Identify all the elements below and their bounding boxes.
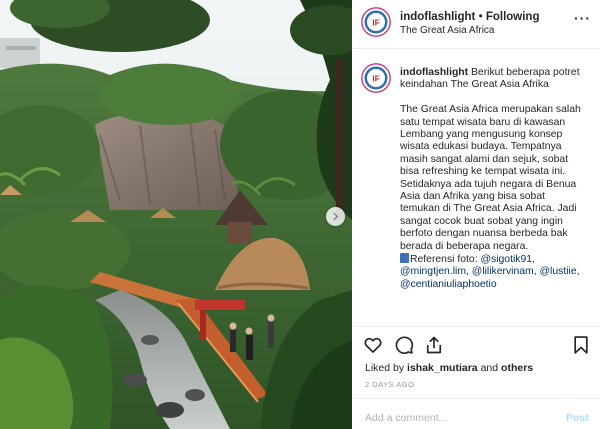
mention-link[interactable]: @sigotik91, [480,254,534,265]
caption-username[interactable]: indoflashlight [400,67,468,78]
header-divider [352,48,600,49]
profile-avatar-icon: IF [361,63,391,93]
mention-link[interactable]: @mingtjen.lim, [400,266,469,277]
caption-avatar[interactable]: IF [361,63,391,93]
actions-divider [352,326,600,327]
post-details-panel: IF indoflashlight • Following The Great … [352,0,600,429]
location-link[interactable]: The Great Asia Africa [400,25,495,36]
avatar[interactable]: IF [361,7,391,37]
likes-others-link[interactable]: others [501,362,533,374]
profile-avatar-icon: IF [361,7,391,37]
landscape-photo [0,0,352,429]
post-photo[interactable] [0,0,352,429]
action-bar [363,335,591,357]
svg-text:IF: IF [372,74,380,84]
following-button[interactable]: Following [486,11,540,23]
post-header-user: indoflashlight • Following [400,11,539,23]
share-button[interactable] [424,335,446,357]
mention-link[interactable]: @lilikervinam, [472,266,537,277]
likes-summary: Liked by ishak_mutiara and others [365,362,533,374]
caption-body: The Great Asia Africa merupakan salah sa… [400,104,581,252]
likes-and: and [480,362,499,374]
svg-text:IF: IF [372,18,380,28]
next-photo-button[interactable] [326,207,345,226]
caption-text: indoflashlight Berikut beberapa potret k… [400,67,586,291]
post-comment-button[interactable]: Post [566,412,589,424]
comment-divider [352,398,600,399]
liker-username-link[interactable]: ishak_mutiara [407,362,478,374]
info-square-icon [400,253,409,264]
comment-input[interactable]: Add a comment... [365,412,447,424]
username-link[interactable]: indoflashlight [400,11,475,23]
save-button[interactable] [571,335,593,357]
mention-link[interactable]: @centianiuliaphoetio [400,279,497,290]
share-icon [426,336,442,354]
more-options-button[interactable]: ··· [574,11,591,25]
referensi-label: Referensi foto: [410,254,478,266]
post-timestamp[interactable]: 2 DAYS AGO [365,380,414,389]
heart-icon [364,337,382,353]
comment-icon [395,336,414,354]
bookmark-icon [574,336,588,354]
mention-link[interactable]: @lustiie, [539,266,579,277]
like-button[interactable] [363,335,385,357]
chevron-right-icon [333,212,339,221]
comment-button[interactable] [394,335,416,357]
likes-prefix: Liked by [365,362,405,374]
caption-scroll-area[interactable]: indoflashlight Berikut beberapa potret k… [400,67,586,325]
separator-dot: • [478,11,483,23]
